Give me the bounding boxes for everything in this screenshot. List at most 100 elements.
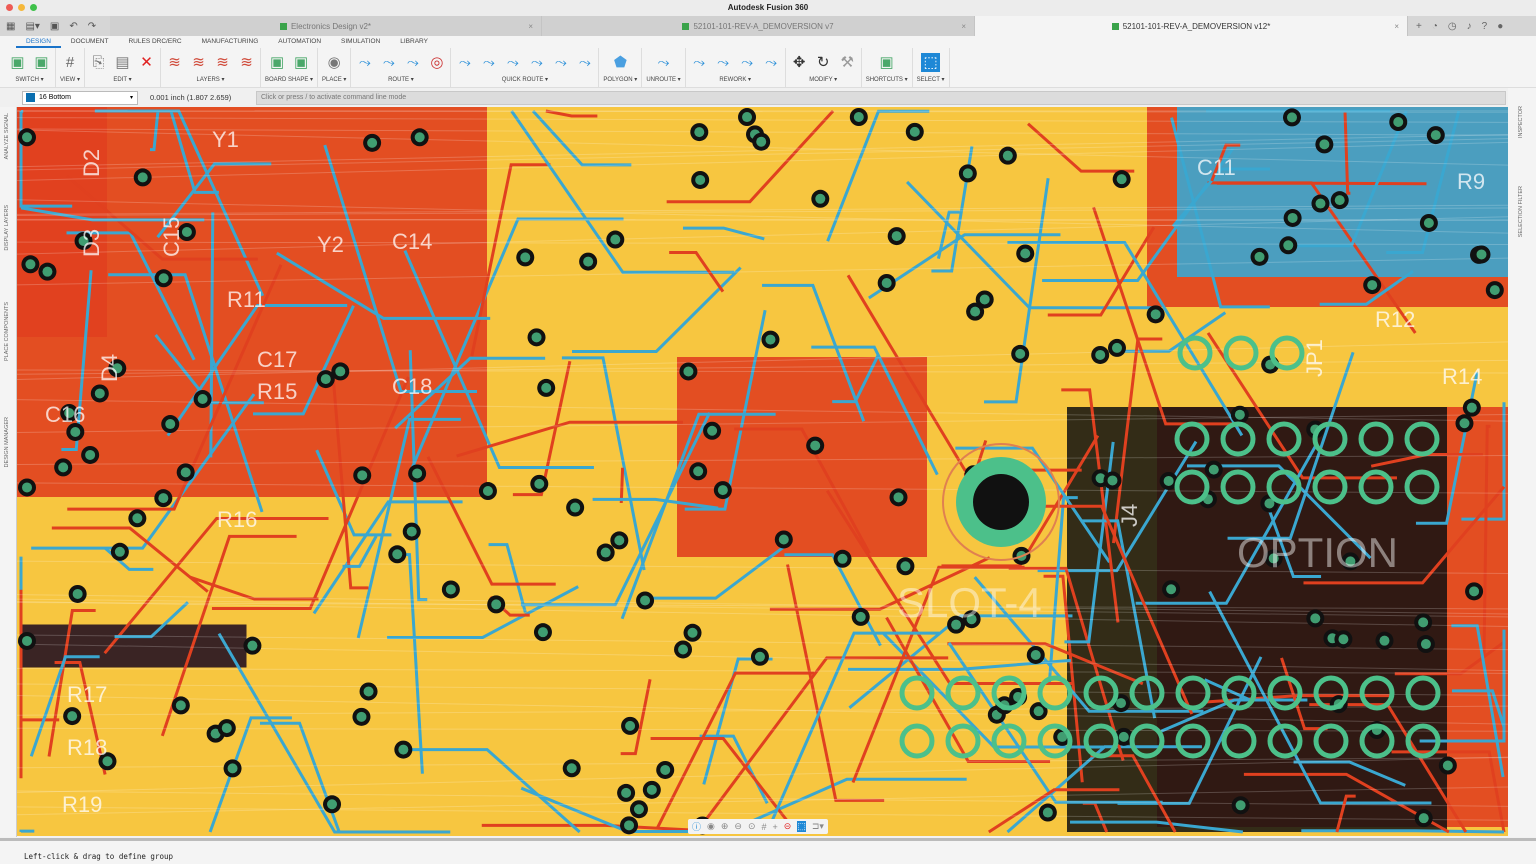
quick-route-diff-icon[interactable]: ⤳: [527, 53, 546, 72]
group-label[interactable]: MODIFY ▾: [809, 76, 837, 83]
pcb-board[interactable]: Y1 D2 D3 C15 Y2 C14 R11 C17 R15 C18 D4 C16 R16 R17 R18…: [17, 107, 1508, 836]
via-icon[interactable]: ◎: [427, 53, 446, 72]
panel-inspector[interactable]: INSPECTOR: [1518, 106, 1524, 138]
quick-route-signal-icon[interactable]: ⤳: [479, 53, 498, 72]
route-icon[interactable]: ⤳: [355, 53, 374, 72]
group-label[interactable]: REWORK ▾: [719, 76, 751, 83]
reroute-icon[interactable]: ⤳: [762, 53, 781, 72]
zoom-out-icon[interactable]: ⊖: [734, 821, 742, 832]
panel-display-layers[interactable]: DISPLAY LAYERS: [4, 205, 10, 251]
quick-route-all-icon[interactable]: ⤳: [575, 53, 594, 72]
pcb-canvas[interactable]: Y1 D2 D3 C15 Y2 C14 R11 C17 R15 C18 D4 C16 R16 R17 R18…: [17, 107, 1508, 836]
via-pad: [414, 132, 425, 143]
quick-route-icon[interactable]: ⤳: [455, 53, 474, 72]
maximize-window-button[interactable]: [30, 4, 37, 11]
ribbon-tab-manufacturing[interactable]: MANUFACTURING: [192, 36, 269, 48]
wrench-icon[interactable]: ⚒: [838, 53, 857, 72]
tab-demoversion-v7[interactable]: 52101-101-REV-A_DEMOVERSION v7 ×: [542, 16, 975, 36]
avatar[interactable]: ●: [1497, 21, 1503, 32]
apps-grid-icon[interactable]: ▦: [6, 21, 15, 32]
copy-icon[interactable]: ⎘: [89, 53, 108, 72]
miter-icon[interactable]: ⤳: [690, 53, 709, 72]
group-label[interactable]: SHORTCUTS ▾: [866, 76, 908, 83]
select-mode-icon[interactable]: ⬚: [797, 821, 806, 832]
copper-pour: [677, 357, 927, 557]
group-label[interactable]: UNROUTE ▾: [646, 76, 680, 83]
move-icon[interactable]: ✥: [790, 53, 809, 72]
panel-analyze-signal[interactable]: ANALYZE SIGNAL: [4, 113, 10, 159]
zoom-in-icon[interactable]: ⊕: [721, 821, 729, 832]
command-line-input[interactable]: Click or press / to activate command lin…: [256, 90, 1506, 105]
paste-icon[interactable]: ▤: [113, 53, 132, 72]
delete-icon[interactable]: ✕: [137, 53, 156, 72]
layers-top-icon[interactable]: ≋: [165, 53, 184, 72]
board-outline-icon[interactable]: ▣: [268, 53, 287, 72]
minimize-window-button[interactable]: [18, 4, 25, 11]
shortcuts-icon[interactable]: ▣: [877, 53, 896, 72]
close-tab-icon[interactable]: ×: [1394, 22, 1399, 31]
file-menu-icon[interactable]: ▤▾: [25, 21, 39, 32]
layer-select[interactable]: 16 Bottom ▾: [22, 90, 138, 105]
group-label[interactable]: BOARD SHAPE ▾: [265, 76, 313, 83]
panel-selection-filter[interactable]: SELECTION FILTER: [1518, 186, 1524, 237]
group-label[interactable]: ROUTE ▾: [388, 76, 414, 83]
via-pad: [1015, 348, 1026, 359]
quick-route-bus-icon[interactable]: ⤳: [503, 53, 522, 72]
group-label[interactable]: LAYERS ▾: [197, 76, 225, 83]
ribbon-tab-simulation[interactable]: SIMULATION: [331, 36, 390, 48]
close-tab-icon[interactable]: ×: [528, 22, 533, 31]
help-icon[interactable]: ?: [1482, 21, 1488, 32]
eye-icon[interactable]: ◉: [707, 821, 715, 832]
group-label[interactable]: POLYGON ▾: [603, 76, 637, 83]
place-component-icon[interactable]: ◉: [325, 53, 344, 72]
tab-demoversion-v12[interactable]: 52101-101-REV-A_DEMOVERSION v12* ×: [975, 16, 1408, 36]
select-icon[interactable]: ⬚: [921, 52, 941, 72]
multi-route-icon[interactable]: ⤳: [403, 53, 422, 72]
group-label[interactable]: EDIT ▾: [113, 76, 131, 83]
crosshair-icon[interactable]: +: [773, 822, 778, 832]
new-tab-icon[interactable]: +: [1416, 21, 1422, 32]
group-label[interactable]: SELECT ▾: [917, 76, 945, 83]
ribbon-tab-document[interactable]: DOCUMENT: [61, 36, 119, 48]
board-shape-icon[interactable]: ▣: [292, 53, 311, 72]
group-label[interactable]: SWITCH ▾: [15, 76, 43, 83]
save-icon[interactable]: ▣: [50, 21, 59, 32]
rotate-icon[interactable]: ↻: [814, 53, 833, 72]
layers-inner-icon[interactable]: ≋: [213, 53, 232, 72]
route-mode-icon[interactable]: ⊐▾: [812, 821, 824, 832]
meander-icon[interactable]: ⤳: [714, 53, 733, 72]
group-label[interactable]: PLACE ▾: [322, 76, 346, 83]
stop-icon[interactable]: ⊝: [784, 821, 792, 832]
grid-icon[interactable]: #: [762, 822, 767, 832]
job-status-icon[interactable]: ◷: [1448, 21, 1457, 32]
polygon-icon[interactable]: ⬟: [611, 53, 630, 72]
grid-icon[interactable]: #: [61, 53, 80, 72]
ribbon-tab-rules-drc-erc[interactable]: RULES DRC/ERC: [118, 36, 191, 48]
unroute-icon[interactable]: ⤳: [654, 53, 673, 72]
trace: [699, 734, 769, 804]
ribbon-tab-library[interactable]: LIBRARY: [390, 36, 438, 48]
tab-electronics-design[interactable]: Electronics Design v2* ×: [110, 16, 542, 36]
slice-icon[interactable]: ⤳: [738, 53, 757, 72]
info-icon[interactable]: ⓘ: [692, 820, 701, 833]
via-pad: [1118, 731, 1129, 742]
undo-icon[interactable]: ↶: [69, 21, 77, 32]
layer-stack-icon[interactable]: ≋: [237, 53, 256, 72]
notifications-icon[interactable]: ♪: [1467, 21, 1472, 32]
close-tab-icon[interactable]: ×: [961, 22, 966, 31]
ribbon-tab-design[interactable]: DESIGN: [16, 36, 61, 48]
panel-design-manager[interactable]: DESIGN MANAGER: [4, 417, 10, 467]
fanout-icon[interactable]: ⤳: [379, 53, 398, 72]
close-window-button[interactable]: [6, 4, 13, 11]
online-status-icon[interactable]: ◔: [1432, 21, 1438, 32]
board-3d-icon[interactable]: ▣: [32, 53, 51, 72]
quick-route-airwire-icon[interactable]: ⤳: [551, 53, 570, 72]
redo-icon[interactable]: ↷: [88, 21, 96, 32]
ribbon-tab-automation[interactable]: AUTOMATION: [268, 36, 331, 48]
zoom-fit-icon[interactable]: ⊙: [748, 821, 756, 832]
panel-place-components[interactable]: PLACE COMPONENTS: [4, 302, 10, 361]
layers-bottom-icon[interactable]: ≋: [189, 53, 208, 72]
schematic-switch-icon[interactable]: ▣: [8, 53, 27, 72]
group-label[interactable]: VIEW ▾: [60, 76, 80, 83]
group-label[interactable]: QUICK ROUTE ▾: [502, 76, 548, 83]
